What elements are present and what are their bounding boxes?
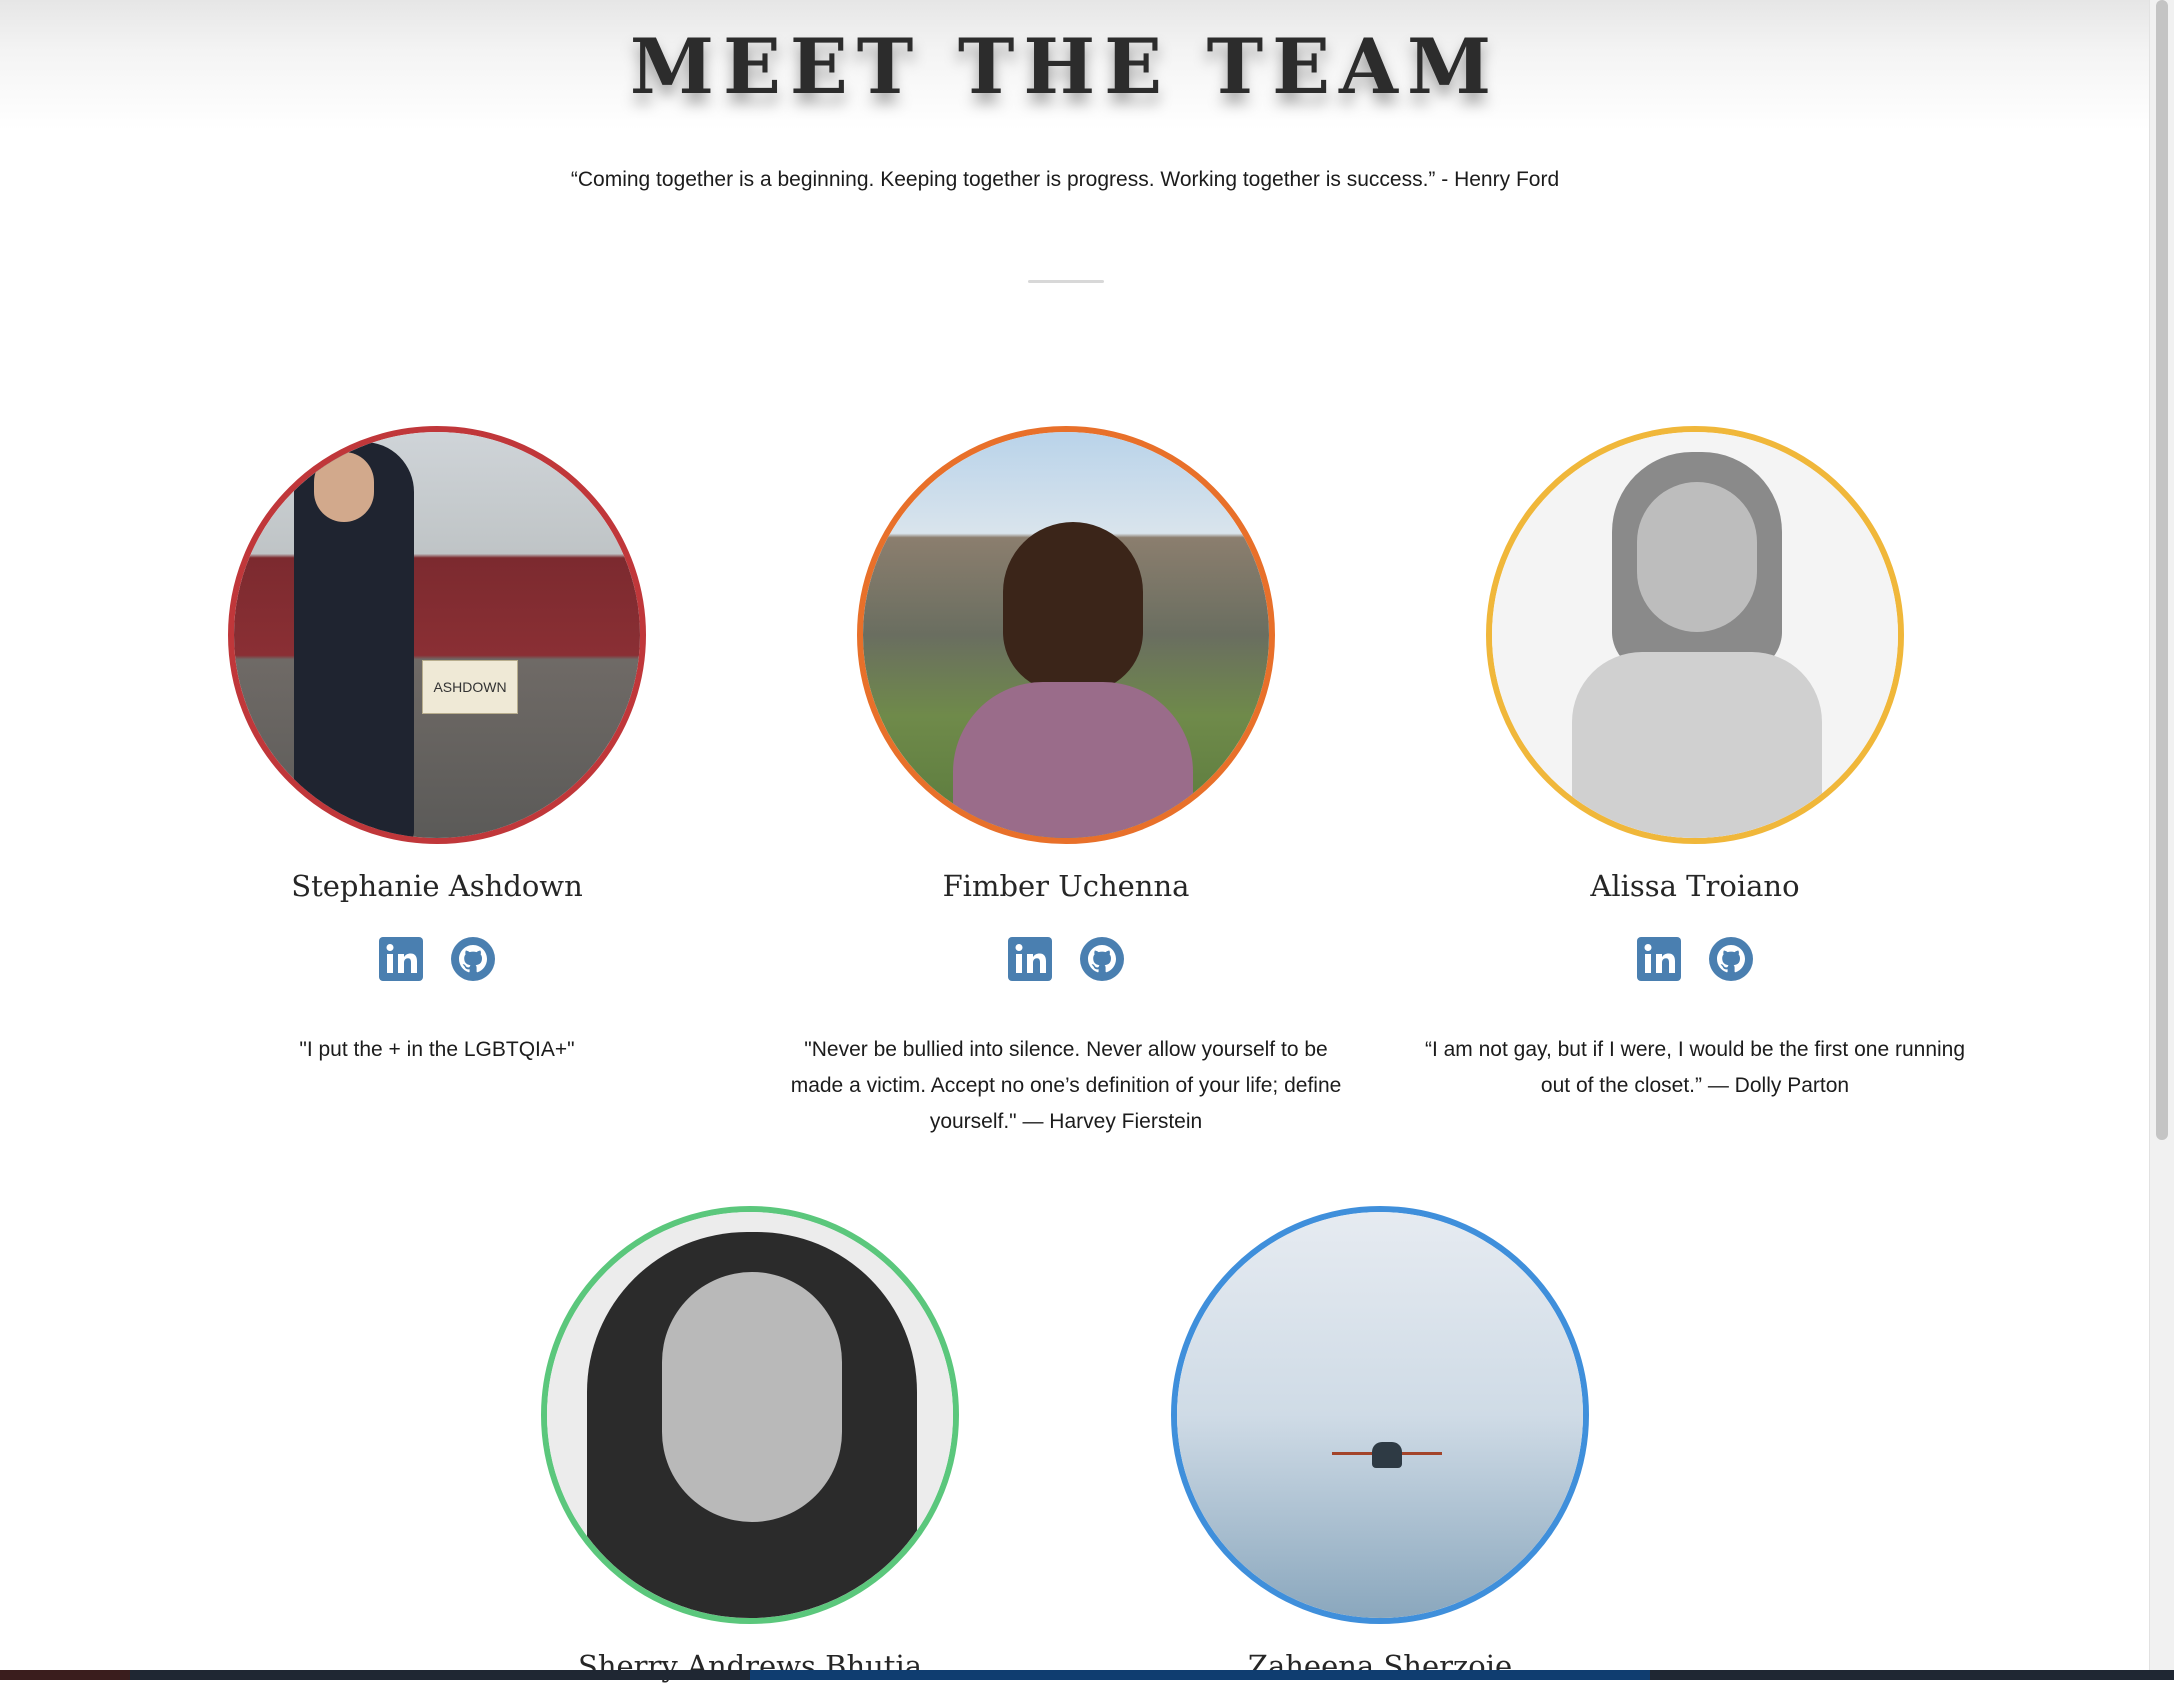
photo-sign: ASHDOWN [422, 660, 518, 714]
scrollbar[interactable] [2149, 0, 2174, 1672]
member-name: Stephanie Ashdown [291, 869, 583, 903]
taskbar [0, 1670, 2174, 1680]
team-member-card: Fimber Uchenna "Never be bullied into si… [786, 426, 1346, 1140]
github-icon[interactable] [450, 936, 496, 982]
social-links [1415, 936, 1975, 990]
member-name: Alissa Troiano [1590, 869, 1800, 903]
linkedin-icon[interactable] [1007, 936, 1053, 982]
team-member-card: Sherry Andrews Bhutia [470, 1206, 1030, 1686]
member-photo: ASHDOWN [228, 426, 646, 844]
member-photo [1486, 426, 1904, 844]
scrollbar-thumb[interactable] [2156, 0, 2168, 1140]
team-quote: “Coming together is a beginning. Keeping… [570, 168, 1560, 191]
member-photo [857, 426, 1275, 844]
member-bio: “I am not gay, but if I were, I would be… [1424, 1038, 1966, 1097]
member-name: Zaheena Sherzoie [1247, 1649, 1513, 1683]
member-bio: "I put the + in the LGBTQIA+" [299, 1038, 575, 1061]
linkedin-icon[interactable] [1636, 936, 1682, 982]
team-member-card: Zaheena Sherzoie [1100, 1206, 1660, 1686]
team-member-card: ASHDOWN Stephanie Ashdown "I put the + i… [157, 426, 717, 1068]
member-name: Fimber Uchenna [942, 869, 1190, 903]
page-title: MEET THE TEAM [629, 22, 1501, 111]
linkedin-icon[interactable] [378, 936, 424, 982]
member-photo [1171, 1206, 1589, 1624]
member-bio: "Never be bullied into silence. Never al… [790, 1038, 1342, 1133]
github-icon[interactable] [1708, 936, 1754, 982]
social-links [786, 936, 1346, 990]
github-icon[interactable] [1079, 936, 1125, 982]
section-divider [1028, 280, 1104, 283]
member-photo [541, 1206, 959, 1624]
team-member-card: Alissa Troiano “I am not gay, but if I w… [1415, 426, 1975, 1104]
member-name: Sherry Andrews Bhutia [577, 1649, 923, 1683]
social-links [157, 936, 717, 990]
